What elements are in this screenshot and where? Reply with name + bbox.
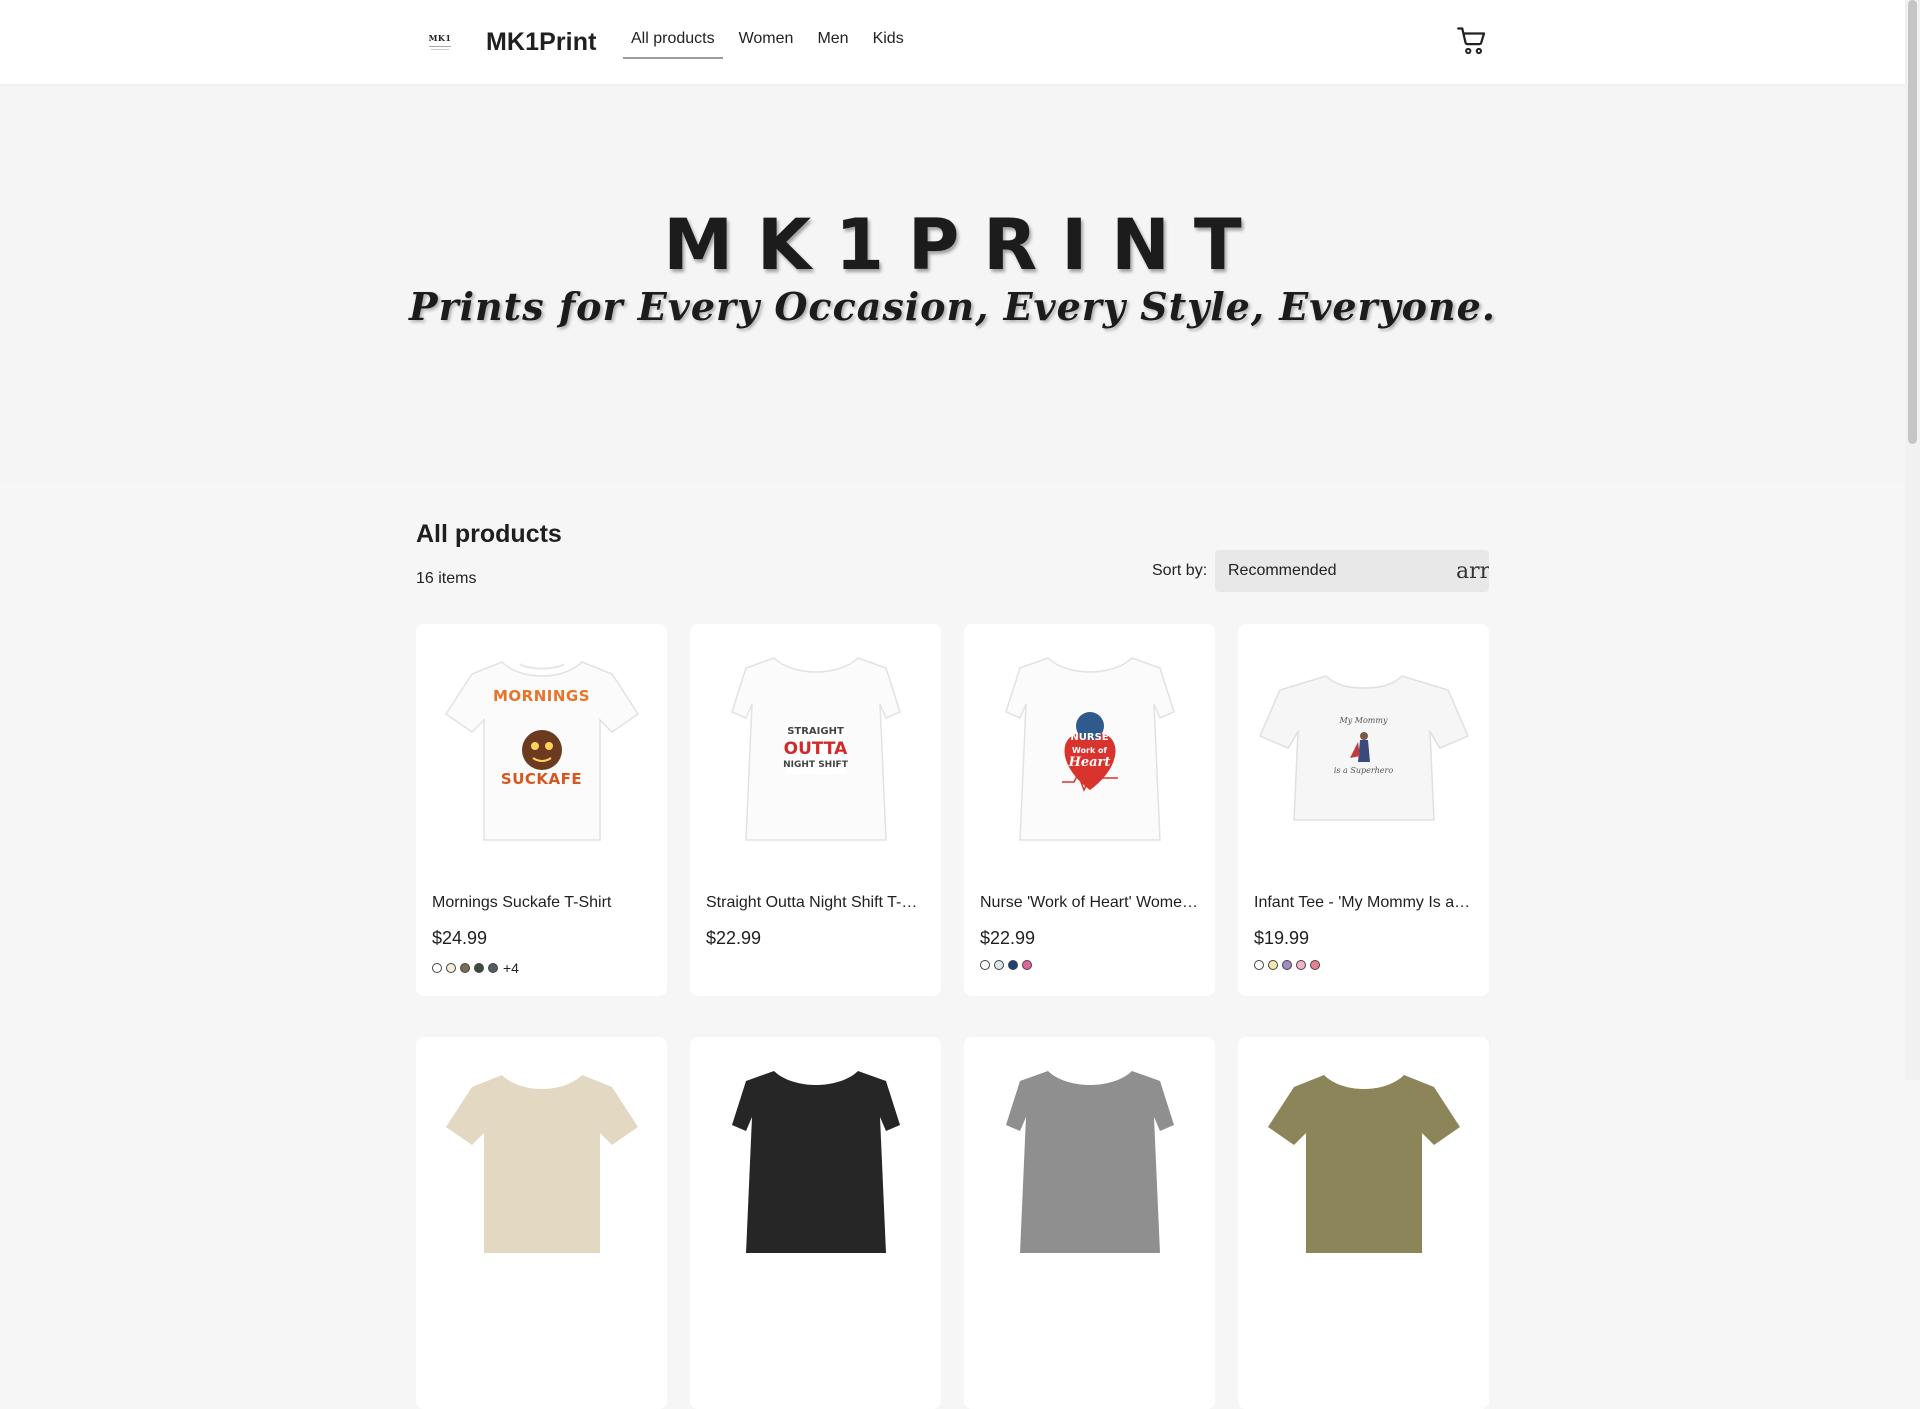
- brand-logo-subline: [431, 49, 449, 50]
- item-count: 16 items: [416, 570, 477, 587]
- brand-home-link[interactable]: MK1 MK1Print: [416, 18, 597, 66]
- brand-name: MK1Print: [486, 27, 597, 56]
- color-swatch[interactable]: [1310, 960, 1320, 970]
- product-card[interactable]: MORNINGS SUCKAFE Mornings Suckafe T-Shir…: [416, 624, 667, 996]
- more-colors-count: +4: [503, 960, 519, 976]
- product-image: STRAIGHT OUTTA NIGHT SHIFT: [706, 640, 925, 859]
- color-swatches: [980, 960, 1032, 970]
- product-image: [980, 1053, 1199, 1272]
- product-title[interactable]: Infant Tee - 'My Mommy Is a Superhero': [1254, 894, 1473, 912]
- scrollbar-thumb[interactable]: [1908, 0, 1917, 444]
- color-swatch[interactable]: [994, 960, 1004, 970]
- product-print-line: My Mommy: [1339, 716, 1388, 725]
- product-card[interactable]: My Mommy is a Superhero Infant Tee - 'My…: [1238, 624, 1489, 996]
- color-swatches: [1254, 960, 1320, 970]
- color-swatch[interactable]: [446, 963, 456, 973]
- sort-dropdown-icon: arrow_drop_down: [1456, 559, 1489, 584]
- product-price: $22.99: [980, 928, 1036, 948]
- product-title[interactable]: Nurse 'Work of Heart' Women's Tee: [980, 894, 1199, 912]
- color-swatch[interactable]: [488, 963, 498, 973]
- color-swatch[interactable]: [1268, 960, 1278, 970]
- hero-banner: MK1PRINT Prints for Every Occasion, Ever…: [0, 84, 1905, 484]
- product-price: $19.99: [1254, 928, 1310, 948]
- nav-item-men[interactable]: Men: [809, 22, 856, 59]
- product-card[interactable]: [1238, 1037, 1489, 1409]
- product-image: My Mommy is a Superhero: [1254, 640, 1473, 859]
- hero-tagline: Prints for Every Occasion, Every Style, …: [409, 284, 1496, 329]
- hero-title: MK1PRINT: [663, 204, 1266, 286]
- color-swatch[interactable]: [1296, 960, 1306, 970]
- product-title[interactable]: Mornings Suckafe T-Shirt: [432, 894, 651, 912]
- color-swatch[interactable]: [432, 963, 442, 973]
- nav-item-women[interactable]: Women: [731, 22, 802, 59]
- product-print-line: STRAIGHT: [787, 726, 844, 737]
- product-card[interactable]: [416, 1037, 667, 1409]
- product-print-line: NURSE: [1070, 732, 1109, 743]
- product-card[interactable]: [964, 1037, 1215, 1409]
- product-image: [1254, 1053, 1473, 1272]
- nav-item-all-products[interactable]: All products: [623, 22, 723, 59]
- product-image: [706, 1053, 925, 1272]
- color-swatch[interactable]: [1008, 960, 1018, 970]
- color-swatches: +4: [432, 960, 519, 976]
- color-swatch[interactable]: [1282, 960, 1292, 970]
- color-swatch[interactable]: [1254, 960, 1264, 970]
- sort-select[interactable]: Recommended arrow_drop_down: [1215, 550, 1489, 592]
- color-swatch[interactable]: [980, 960, 990, 970]
- product-print-line: is a Superhero: [1333, 766, 1394, 775]
- sort-selected-value: Recommended: [1228, 562, 1337, 579]
- product-print-line: Heart: [1068, 755, 1111, 770]
- product-print-line: NIGHT SHIFT: [783, 760, 848, 770]
- product-image: MORNINGS SUCKAFE: [432, 640, 651, 859]
- product-print-line: SUCKAFE: [500, 770, 583, 788]
- cart-button[interactable]: [1455, 24, 1489, 58]
- color-swatch[interactable]: [460, 963, 470, 973]
- product-print-line: Work of: [1071, 746, 1108, 755]
- top-navigation-bar: MK1 MK1Print All products Women Men Kids: [0, 0, 1905, 84]
- main-nav: All products Women Men Kids: [623, 22, 920, 60]
- shopping-cart-icon: [1457, 27, 1486, 55]
- product-card[interactable]: STRAIGHT OUTTA NIGHT SHIFT Straight Outt…: [690, 624, 941, 996]
- sort-label: Sort by:: [1152, 562, 1208, 579]
- product-card[interactable]: NURSE Work of Heart Nurse 'Work of Heart…: [964, 624, 1215, 996]
- product-price: $24.99: [432, 928, 488, 948]
- nav-item-kids[interactable]: Kids: [865, 22, 912, 59]
- page-scrollbar[interactable]: [1905, 0, 1920, 1080]
- brand-logo-text: MK1: [428, 33, 452, 43]
- section-title: All products: [416, 520, 562, 548]
- product-print-line: MORNINGS: [492, 687, 591, 705]
- product-price: $22.99: [706, 928, 762, 948]
- color-swatch[interactable]: [1022, 960, 1032, 970]
- brand-logo: MK1: [416, 18, 464, 66]
- product-title[interactable]: Straight Outta Night Shift T-Shirt: [706, 894, 925, 912]
- product-card[interactable]: [690, 1037, 941, 1409]
- product-print-line: OUTTA: [783, 739, 848, 759]
- brand-logo-divider: [429, 46, 451, 47]
- product-image: [432, 1053, 651, 1272]
- product-image: NURSE Work of Heart: [980, 640, 1199, 859]
- color-swatch[interactable]: [474, 963, 484, 973]
